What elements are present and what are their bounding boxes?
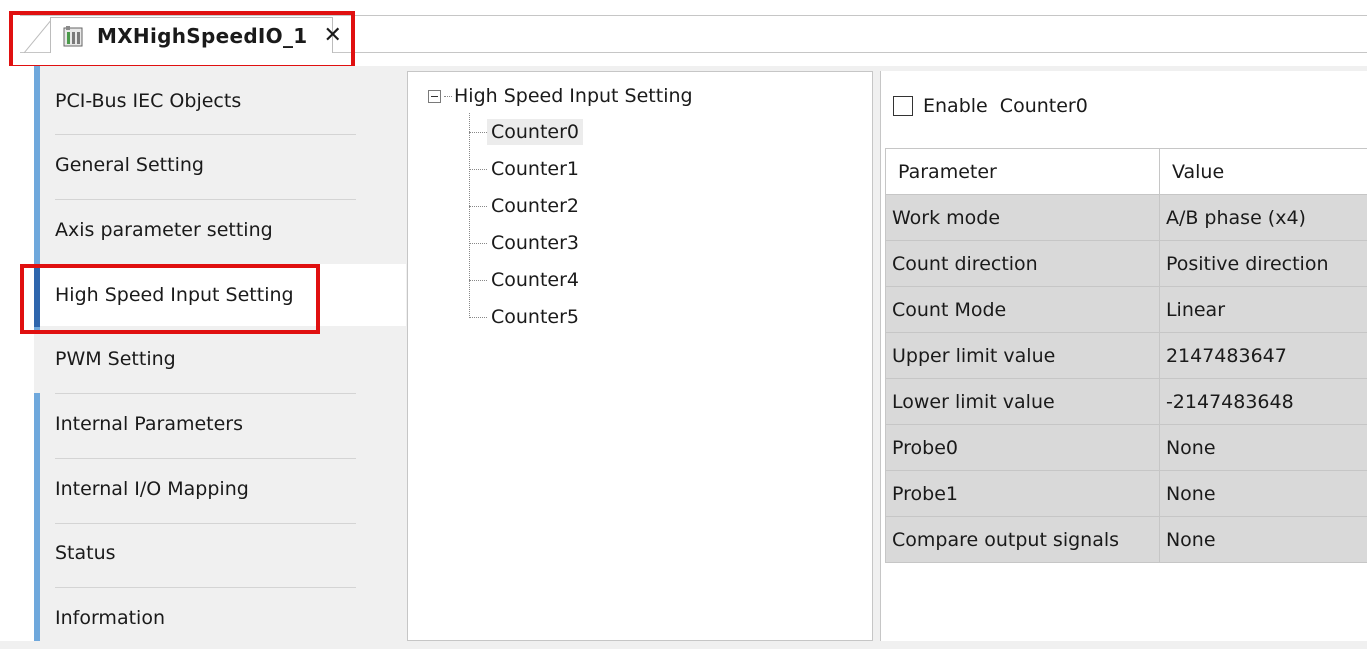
parameter-cell: Compare output signals [886, 517, 1160, 563]
sidebar-item-label: Information [55, 607, 165, 629]
tree-item-label: Counter0 [487, 119, 583, 145]
table-row[interactable]: Lower limit value-2147483648 [886, 379, 1367, 425]
sidebar-item-information[interactable]: Information [40, 587, 406, 649]
sidebar-item-label: Axis parameter setting [55, 219, 273, 241]
enable-counter-label: Enable Counter0 [923, 95, 1088, 117]
sidebar-item-status[interactable]: Status [40, 522, 406, 584]
sidebar-item-axis-parameter-setting[interactable]: Axis parameter setting [40, 199, 406, 261]
tree-item-label: Counter2 [487, 193, 583, 219]
parameter-cell: Count Mode [886, 287, 1160, 333]
sidebar-item-label: General Setting [55, 154, 204, 176]
table-row[interactable]: Count ModeLinear [886, 287, 1367, 333]
column-header-parameter[interactable]: Parameter [886, 149, 1160, 195]
enable-counter-row: Enable Counter0 [893, 95, 1088, 117]
value-cell[interactable]: None [1159, 517, 1367, 563]
tree-item-counter2[interactable]: Counter2 [469, 189, 583, 223]
sidebar-item-general-setting[interactable]: General Setting [40, 134, 406, 196]
value-cell[interactable]: -2147483648 [1159, 379, 1367, 425]
table-row[interactable]: Count directionPositive direction [886, 241, 1367, 287]
value-cell[interactable]: Linear [1159, 287, 1367, 333]
tree-item-counter4[interactable]: Counter4 [469, 263, 583, 297]
table-row[interactable]: Compare output signalsNone [886, 517, 1367, 563]
enable-counter-checkbox[interactable] [893, 96, 913, 116]
sidebar-item-internal-parameters[interactable]: Internal Parameters [40, 393, 406, 455]
tree-item-label: Counter3 [487, 230, 583, 256]
parameter-cell: Count direction [886, 241, 1160, 287]
table-row[interactable]: Probe1None [886, 471, 1367, 517]
tree-connector [469, 243, 487, 244]
tree-root-label: High Speed Input Setting [454, 85, 693, 107]
table-row[interactable]: Work modeA/B phase (x4) [886, 195, 1367, 241]
parameter-cell: Probe0 [886, 425, 1160, 471]
value-cell[interactable]: 2147483647 [1159, 333, 1367, 379]
table-row[interactable]: Upper limit value2147483647 [886, 333, 1367, 379]
parameter-cell: Lower limit value [886, 379, 1160, 425]
sidebar-item-label: Internal I/O Mapping [55, 478, 249, 500]
tree-connector [469, 280, 487, 281]
value-cell[interactable]: Positive direction [1159, 241, 1367, 287]
sidebar-item-pwm-setting[interactable]: PWM Setting [40, 328, 406, 390]
parameter-cell: Upper limit value [886, 333, 1160, 379]
tree-item-counter5[interactable]: Counter5 [469, 300, 583, 334]
tree-item-label: Counter1 [487, 156, 583, 182]
collapse-icon[interactable] [428, 90, 441, 103]
value-cell[interactable]: A/B phase (x4) [1159, 195, 1367, 241]
tree-item-counter3[interactable]: Counter3 [469, 226, 583, 260]
tree-connector [469, 317, 487, 318]
sidebar-item-internal-io-mapping[interactable]: Internal I/O Mapping [40, 458, 406, 520]
counter-settings-panel: Enable Counter0 Parameter Value Work mod… [880, 71, 1367, 641]
tree-item-counter1[interactable]: Counter1 [469, 152, 583, 186]
counter-tree-panel: High Speed Input Setting Counter0 Counte… [407, 71, 873, 641]
tree-connector [469, 206, 487, 207]
tree-connector [444, 96, 452, 97]
tree-item-label: Counter5 [487, 304, 583, 330]
value-cell[interactable]: None [1159, 471, 1367, 517]
editor-tab-strip: MXHighSpeedIO_1 ✕ [0, 0, 1367, 66]
tree-connector [469, 132, 487, 133]
parameter-table: Parameter Value Work modeA/B phase (x4) … [885, 148, 1367, 563]
tree-root[interactable]: High Speed Input Setting [428, 85, 693, 107]
tab-highlight-box [9, 11, 355, 69]
value-cell[interactable]: None [1159, 425, 1367, 471]
parameter-cell: Work mode [886, 195, 1160, 241]
device-editor-sidebar: PCI-Bus IEC Objects General Setting Axis… [0, 66, 406, 641]
sidebar-item-label: Internal Parameters [55, 413, 243, 435]
sidebar-item-label: PWM Setting [55, 348, 176, 370]
table-row[interactable]: Probe0None [886, 425, 1367, 471]
sidebar-item-label: Status [55, 542, 116, 564]
tree-item-label: Counter4 [487, 267, 583, 293]
sidebar-item-pci-bus-iec-objects[interactable]: PCI-Bus IEC Objects [40, 70, 406, 132]
parameter-cell: Probe1 [886, 471, 1160, 517]
tree-item-counter0[interactable]: Counter0 [469, 115, 583, 149]
sidebar-item-label: PCI-Bus IEC Objects [55, 90, 241, 112]
tree-connector [469, 169, 487, 170]
column-header-value[interactable]: Value [1159, 149, 1367, 195]
sidebar-highlight-box [20, 264, 320, 334]
table-header-row: Parameter Value [886, 149, 1367, 195]
